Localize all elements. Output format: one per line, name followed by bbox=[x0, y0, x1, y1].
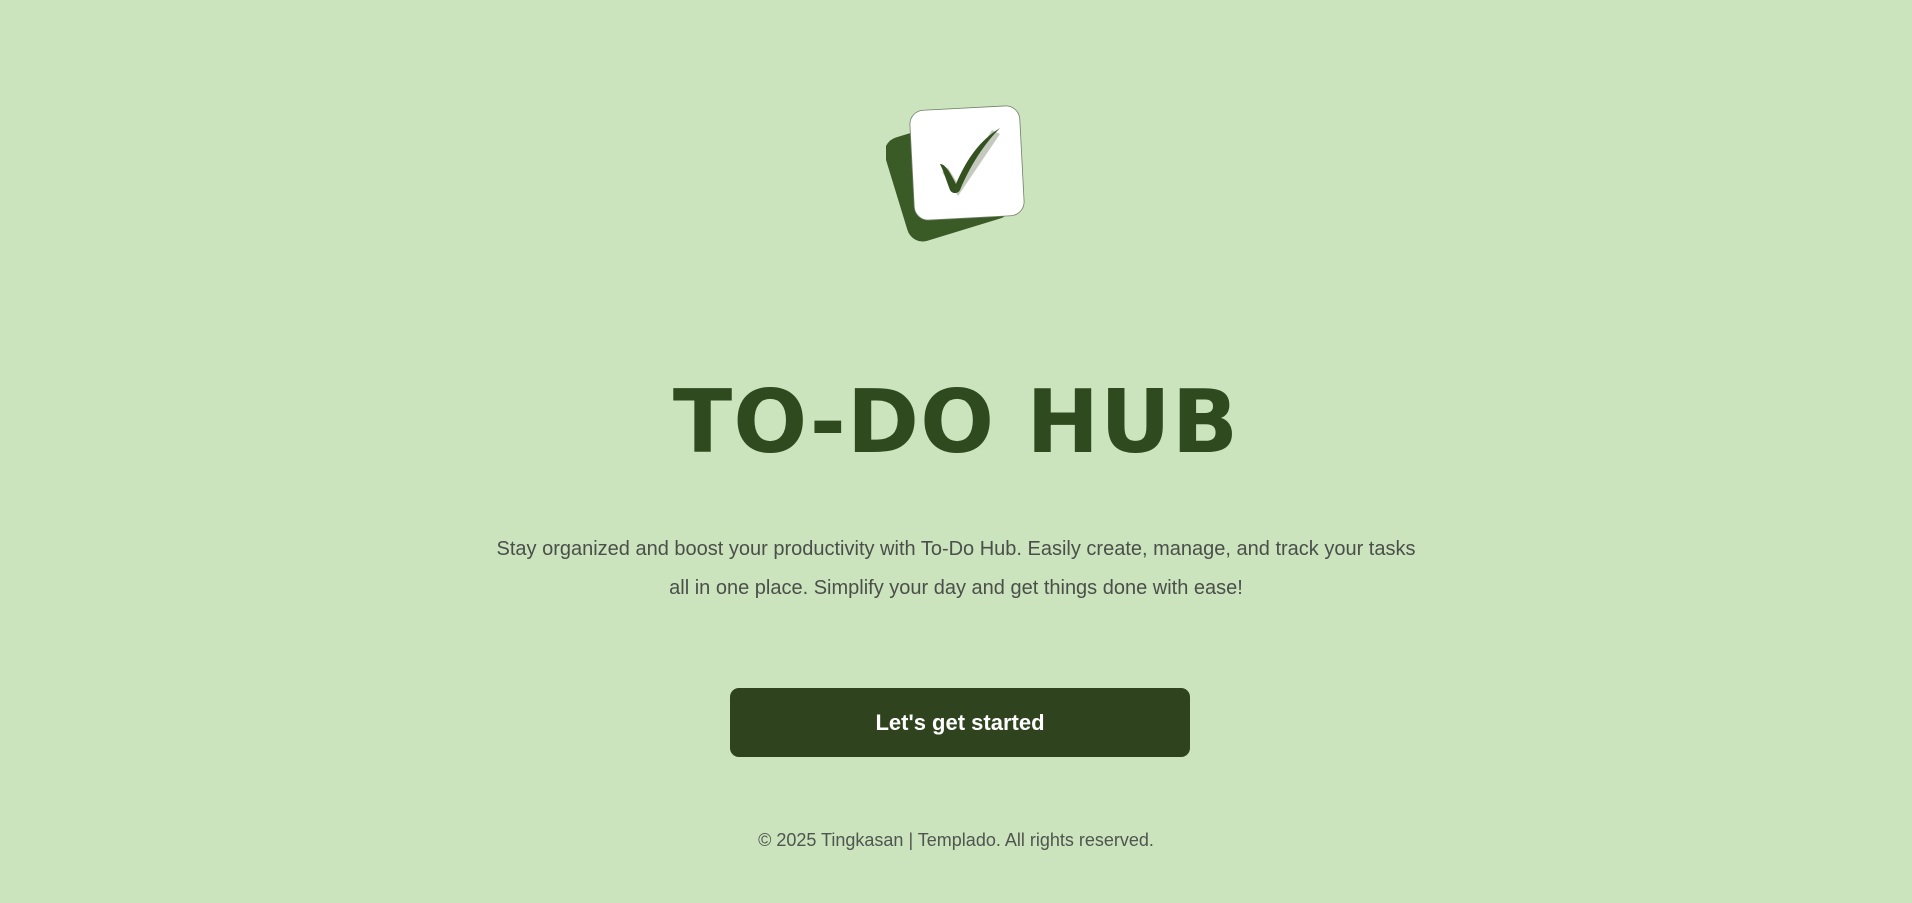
get-started-button[interactable]: Let's get started bbox=[730, 688, 1190, 757]
hero-description: Stay organized and boost your productivi… bbox=[496, 538, 1416, 599]
page-title: TO-DO HUB bbox=[672, 371, 1240, 473]
footer-copyright: © 2025 Tingkasan | Templado. All rights … bbox=[758, 830, 1154, 850]
logo bbox=[884, 104, 1030, 248]
checkbox-checkmark-icon bbox=[884, 105, 1025, 242]
